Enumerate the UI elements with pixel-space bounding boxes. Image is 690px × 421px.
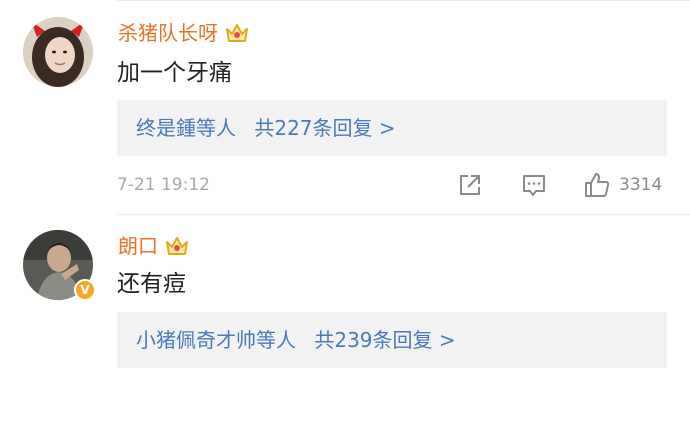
reply-names[interactable]: 终是鍾等人 (136, 116, 236, 140)
share-icon (460, 175, 480, 195)
username[interactable]: 杀猪队长呀 (118, 20, 250, 46)
username[interactable]: 朗口 (118, 233, 190, 259)
reply-names[interactable]: 小猪佩奇才帅等人 (136, 328, 296, 352)
avatar[interactable] (23, 17, 93, 87)
avatar[interactable]: V (23, 230, 96, 301)
reply-summary[interactable]: 终是鍾等人 共227条回复 > (117, 100, 667, 156)
username-text[interactable]: 杀猪队长呀 (118, 20, 218, 46)
crown-icon (226, 24, 248, 42)
thumbs-up-icon (585, 173, 610, 197)
comment-button[interactable] (521, 172, 547, 198)
reply-count[interactable]: 共239条回复 > (314, 328, 455, 352)
comment-text: 加一个牙痛 (117, 60, 232, 86)
reply-count[interactable]: 共227条回复 > (254, 116, 395, 140)
username-text[interactable]: 朗口 (118, 233, 158, 259)
like-button[interactable]: 3314 (583, 171, 662, 199)
timestamp: 7-21 19:12 (117, 175, 210, 195)
comment-divider (117, 214, 690, 215)
comment-list: 杀猪队长呀 加一个牙痛 终是鍾等人 共227条回复 > 7-21 19:12 3… (0, 0, 690, 421)
share-button[interactable] (457, 172, 483, 198)
comment-icon (523, 175, 545, 196)
reply-summary[interactable]: 小猪佩奇才帅等人 共239条回复 > (117, 312, 667, 368)
verified-badge: V (74, 279, 96, 301)
comment-text: 还有痘 (117, 271, 186, 297)
top-divider (117, 0, 690, 1)
crown-icon (166, 237, 188, 255)
like-count: 3314 (619, 175, 663, 195)
